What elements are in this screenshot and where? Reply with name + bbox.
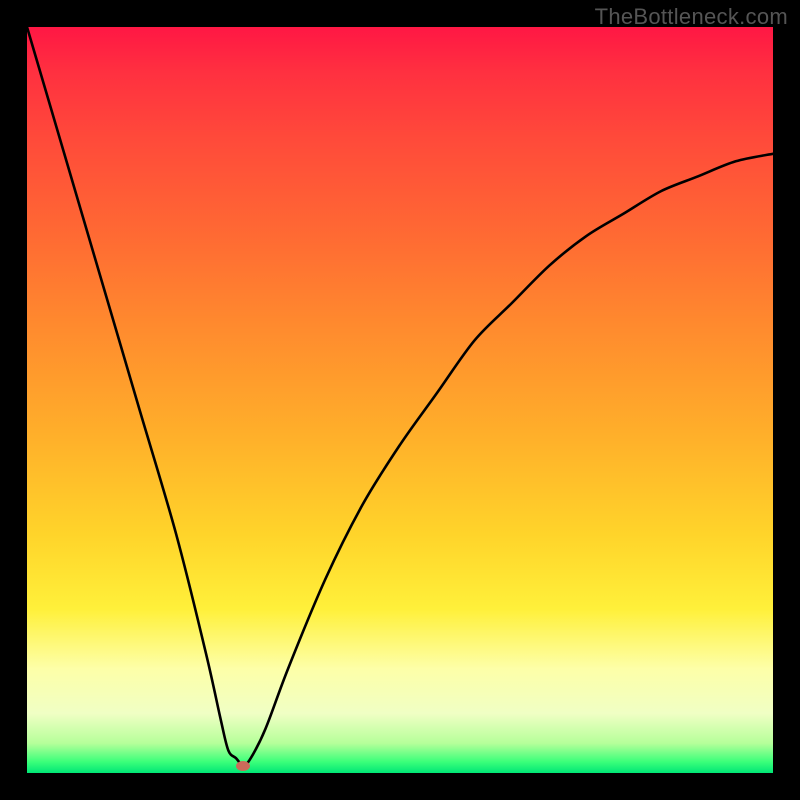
minimum-marker bbox=[236, 761, 250, 771]
watermark-label: TheBottleneck.com bbox=[595, 4, 788, 30]
chart-frame: TheBottleneck.com bbox=[0, 0, 800, 800]
curve-svg bbox=[27, 27, 773, 773]
bottleneck-curve bbox=[27, 27, 773, 766]
plot-area bbox=[27, 27, 773, 773]
